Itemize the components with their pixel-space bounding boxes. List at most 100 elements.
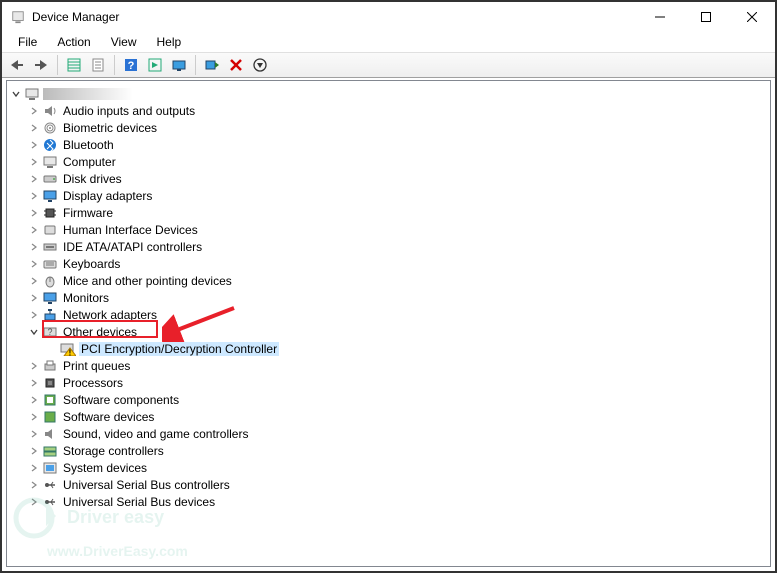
tree-item-system[interactable]: System devices <box>9 459 768 476</box>
chevron-right-icon[interactable] <box>27 444 41 458</box>
tree-item-biometric[interactable]: Biometric devices <box>9 119 768 136</box>
svg-text:!: ! <box>69 348 72 356</box>
chevron-right-icon[interactable] <box>27 376 41 390</box>
tree-item-label: Print queues <box>61 359 132 373</box>
chevron-right-icon[interactable] <box>27 359 41 373</box>
menu-file[interactable]: File <box>10 34 45 50</box>
chevron-right-icon[interactable] <box>27 478 41 492</box>
tree-item-ide[interactable]: IDE ATA/ATAPI controllers <box>9 238 768 255</box>
update-driver-button[interactable] <box>201 54 223 76</box>
display-icon <box>42 188 58 204</box>
chevron-right-icon[interactable] <box>27 308 41 322</box>
tree-item-monitors[interactable]: Monitors <box>9 289 768 306</box>
help-button[interactable]: ? <box>120 54 142 76</box>
keyboard-icon <box>42 256 58 272</box>
tree-item-disk[interactable]: Disk drives <box>9 170 768 187</box>
chevron-right-icon[interactable] <box>27 240 41 254</box>
menu-help[interactable]: Help <box>149 34 190 50</box>
tree-item-hid[interactable]: Human Interface Devices <box>9 221 768 238</box>
usb-icon <box>42 477 58 493</box>
usb-icon <box>42 494 58 510</box>
computer-icon <box>24 86 40 102</box>
toolbar-separator <box>114 55 115 75</box>
tree-item-software-devices[interactable]: Software devices <box>9 408 768 425</box>
chip-icon <box>42 205 58 221</box>
chevron-down-icon[interactable] <box>9 87 23 101</box>
chevron-right-icon[interactable] <box>27 104 41 118</box>
chevron-right-icon[interactable] <box>27 274 41 288</box>
chevron-right-icon[interactable] <box>27 138 41 152</box>
tree-item-storage[interactable]: Storage controllers <box>9 442 768 459</box>
tree-item-bluetooth[interactable]: Bluetooth <box>9 136 768 153</box>
chevron-right-icon[interactable] <box>27 121 41 135</box>
chevron-right-icon[interactable] <box>27 461 41 475</box>
properties-button[interactable] <box>87 54 109 76</box>
tree-item-label: Software components <box>61 393 181 407</box>
chevron-right-icon[interactable] <box>27 495 41 509</box>
tree-item-network[interactable]: Network adapters <box>9 306 768 323</box>
chevron-right-icon[interactable] <box>27 410 41 424</box>
tree-item-other-devices[interactable]: ? Other devices <box>9 323 768 340</box>
tree-item-print-queues[interactable]: Print queues <box>9 357 768 374</box>
chevron-right-icon[interactable] <box>27 291 41 305</box>
chevron-right-icon[interactable] <box>27 427 41 441</box>
tree-item-label: Computer <box>61 155 118 169</box>
scan-hardware-button[interactable] <box>168 54 190 76</box>
chevron-right-icon[interactable] <box>27 189 41 203</box>
tree-item-keyboards[interactable]: Keyboards <box>9 255 768 272</box>
network-icon <box>42 307 58 323</box>
maximize-button[interactable] <box>683 2 729 32</box>
tree-item-label: Storage controllers <box>61 444 166 458</box>
computer-icon <box>42 154 58 170</box>
chevron-right-icon[interactable] <box>27 206 41 220</box>
window-title: Device Manager <box>32 10 637 24</box>
chevron-right-icon[interactable] <box>27 223 41 237</box>
show-hide-tree-button[interactable] <box>63 54 85 76</box>
tree-item-display[interactable]: Display adapters <box>9 187 768 204</box>
chevron-right-icon[interactable] <box>27 155 41 169</box>
chevron-right-icon[interactable] <box>27 172 41 186</box>
unknown-device-icon: ? <box>42 324 58 340</box>
forward-button[interactable] <box>30 54 52 76</box>
tree-item-usb-controllers[interactable]: Universal Serial Bus controllers <box>9 476 768 493</box>
tree-item-firmware[interactable]: Firmware <box>9 204 768 221</box>
tree-item-label: Software devices <box>61 410 156 424</box>
tree-item-label: Mice and other pointing devices <box>61 274 234 288</box>
tree-item-label: Human Interface Devices <box>61 223 200 237</box>
uninstall-button[interactable] <box>225 54 247 76</box>
tree-item-sound-video[interactable]: Sound, video and game controllers <box>9 425 768 442</box>
svg-text:?: ? <box>47 327 52 337</box>
tree-item-pci-encryption[interactable]: ! PCI Encryption/Decryption Controller <box>9 340 768 357</box>
toolbar-separator <box>57 55 58 75</box>
minimize-button[interactable] <box>637 2 683 32</box>
tree-item-label: Monitors <box>61 291 111 305</box>
tree-item-label: Universal Serial Bus devices <box>61 495 217 509</box>
toolbar-separator <box>195 55 196 75</box>
back-button[interactable] <box>6 54 28 76</box>
tree-root[interactable] <box>9 85 768 102</box>
tree-item-label: Processors <box>61 376 125 390</box>
tree-item-mice[interactable]: Mice and other pointing devices <box>9 272 768 289</box>
menu-view[interactable]: View <box>103 34 145 50</box>
close-button[interactable] <box>729 2 775 32</box>
menu-action[interactable]: Action <box>49 34 98 50</box>
chevron-right-icon[interactable] <box>27 257 41 271</box>
titlebar: Device Manager <box>2 2 775 32</box>
speaker-icon <box>42 426 58 442</box>
component-icon <box>42 392 58 408</box>
chevron-right-icon[interactable] <box>27 393 41 407</box>
chevron-down-icon[interactable] <box>27 325 41 339</box>
tree-item-label: Display adapters <box>61 189 154 203</box>
tree-item-label: Sound, video and game controllers <box>61 427 250 441</box>
show-hidden-button[interactable] <box>144 54 166 76</box>
hid-icon <box>42 222 58 238</box>
app-icon <box>10 9 26 25</box>
tree-item-audio[interactable]: Audio inputs and outputs <box>9 102 768 119</box>
disable-button[interactable] <box>249 54 271 76</box>
tree-item-label: Network adapters <box>61 308 159 322</box>
tree-item-computer[interactable]: Computer <box>9 153 768 170</box>
tree-item-usb-devices[interactable]: Universal Serial Bus devices <box>9 493 768 510</box>
tree-item-processors[interactable]: Processors <box>9 374 768 391</box>
tree-item-label: Firmware <box>61 206 115 220</box>
tree-item-software-components[interactable]: Software components <box>9 391 768 408</box>
